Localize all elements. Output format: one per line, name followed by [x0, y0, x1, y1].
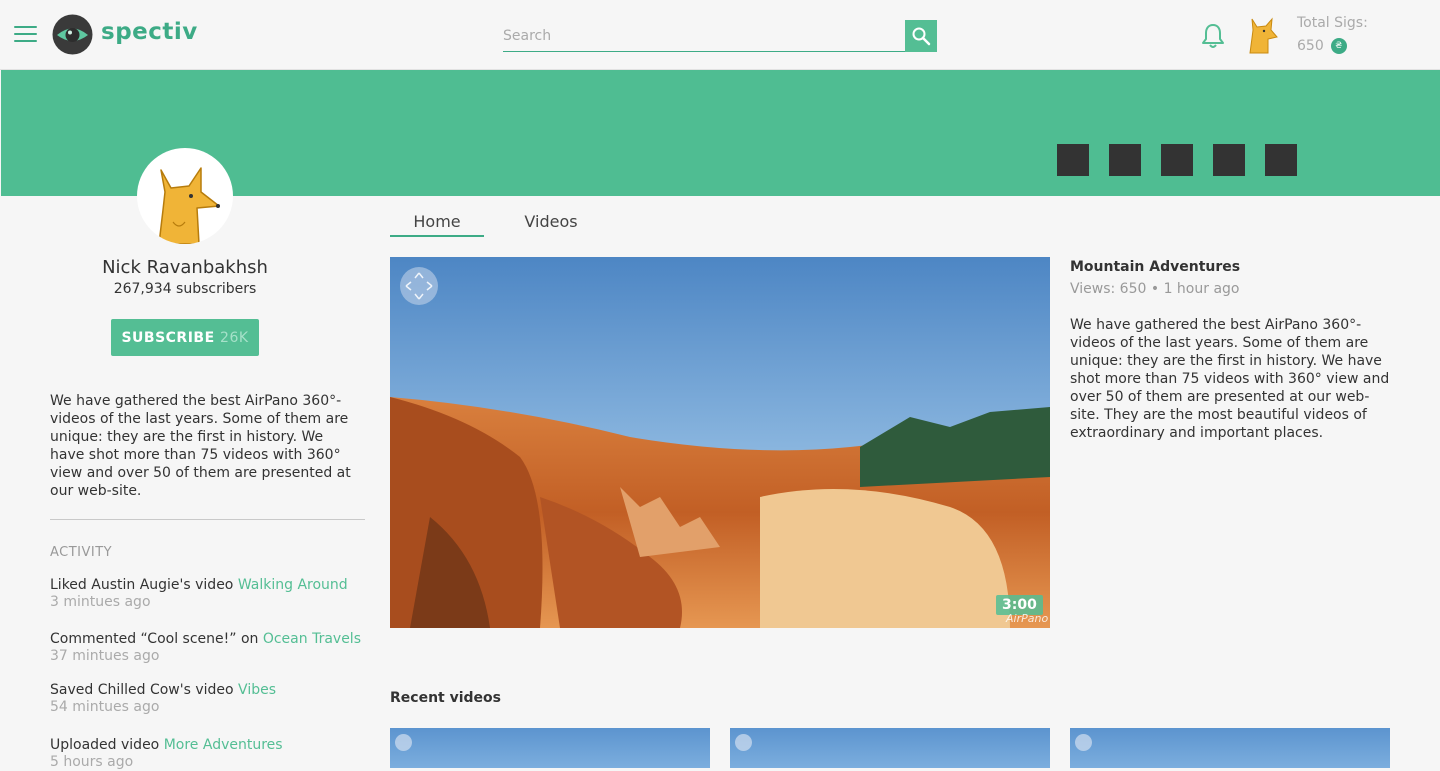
recent-video-thumbnail[interactable] — [390, 728, 710, 768]
activity-item: Saved Chilled Cow's video Vibes 54 mintu… — [50, 682, 380, 716]
activity-text: Saved Chilled Cow's video — [50, 682, 234, 698]
video-meta: Views: 650 • 1 hour ago — [1070, 281, 1240, 297]
activity-time: 54 mintues ago — [50, 699, 160, 715]
recent-video-thumbnail[interactable] — [730, 728, 1050, 768]
video-description: We have gathered the best AirPano 360°-v… — [1070, 317, 1390, 441]
divider — [50, 519, 365, 520]
fox-avatar-icon — [158, 167, 220, 244]
activity-video-link[interactable]: Vibes — [238, 682, 276, 698]
top-bar: spectiv Total Sigs: 650 ₴ — [0, 0, 1440, 70]
activity-text: Uploaded video — [50, 737, 160, 753]
video-watermark: AirPano — [1006, 612, 1049, 625]
pan-control-icon — [395, 734, 412, 751]
pan-control-icon[interactable] — [400, 267, 438, 305]
activity-text: Liked Austin Augie's video — [50, 577, 234, 593]
tab-videos[interactable]: Videos — [512, 212, 590, 231]
subscribe-count: 26K — [220, 329, 249, 346]
hamburger-menu-icon[interactable] — [14, 26, 37, 44]
social-link-4[interactable] — [1213, 144, 1245, 176]
recent-videos-heading: Recent videos — [390, 690, 501, 706]
activity-time: 37 mintues ago — [50, 648, 160, 664]
activity-item: Commented “Cool scene!” on Ocean Travels… — [50, 631, 380, 665]
subscriber-count: 267,934 subscribers — [113, 281, 257, 297]
activity-time: 3 mintues ago — [50, 594, 151, 610]
video-title[interactable]: Mountain Adventures — [1070, 259, 1240, 275]
channel-avatar[interactable] — [137, 148, 233, 244]
subscribe-label: SUBSCRIBE — [121, 329, 215, 346]
search-input[interactable] — [503, 21, 905, 52]
eye-logo-icon[interactable] — [52, 14, 93, 55]
pan-control-icon — [1075, 734, 1092, 751]
sig-coin-icon: ₴ — [1330, 38, 1347, 54]
activity-text: Commented “Cool scene!” on — [50, 631, 259, 647]
subscribe-button[interactable]: SUBSCRIBE 26K — [111, 319, 259, 356]
activity-video-link[interactable]: More Adventures — [164, 737, 283, 753]
activity-time: 5 hours ago — [50, 754, 134, 770]
channel-about-text: We have gathered the best AirPano 360°-v… — [50, 393, 351, 499]
social-link-1[interactable] — [1057, 144, 1089, 176]
recent-video-thumbnail[interactable] — [1070, 728, 1390, 768]
activity-video-link[interactable]: Ocean Travels — [263, 631, 361, 647]
social-link-3[interactable] — [1161, 144, 1193, 176]
social-link-2[interactable] — [1109, 144, 1141, 176]
logo-text[interactable]: spectiv — [101, 19, 198, 45]
total-sigs-number: 650 — [1297, 38, 1324, 54]
activity-item: Liked Austin Augie's video Walking Aroun… — [50, 577, 380, 611]
total-sigs-label: Total Sigs: — [1297, 15, 1368, 31]
tab-home[interactable]: Home — [390, 212, 484, 237]
activity-video-link[interactable]: Walking Around — [238, 577, 348, 593]
featured-video-player[interactable] — [390, 257, 1050, 628]
user-avatar-icon[interactable] — [1244, 16, 1280, 54]
activity-heading: ACTIVITY — [50, 545, 113, 560]
social-link-5[interactable] — [1265, 144, 1297, 176]
channel-name: Nick Ravanbakhsh — [102, 257, 268, 278]
pan-control-icon — [735, 734, 752, 751]
bell-icon[interactable] — [1200, 22, 1226, 50]
search-button[interactable] — [905, 20, 937, 52]
total-sigs-value: 650 ₴ — [1297, 38, 1347, 54]
activity-item: Uploaded video More Adventures 5 hours a… — [50, 737, 380, 771]
search-icon — [912, 27, 931, 46]
